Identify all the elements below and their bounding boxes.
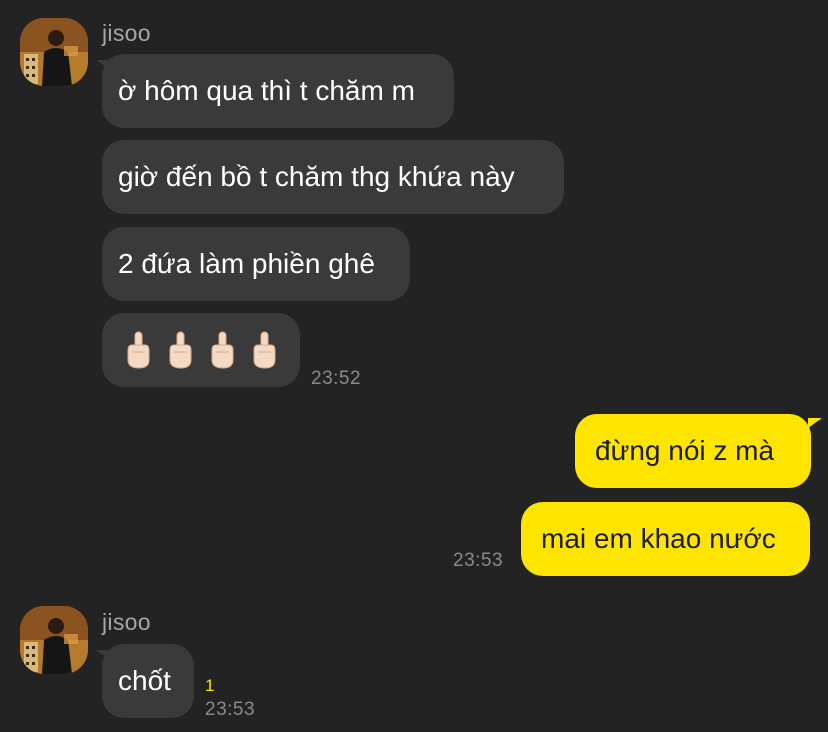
incoming-message[interactable]: ờ hôm qua thì t chăm m	[102, 54, 454, 128]
emoji-message[interactable]	[102, 313, 300, 387]
avatar-photo-icon	[20, 606, 88, 674]
chat-view: jisoo ờ hôm qua thì t chăm m giờ đến bồ …	[0, 0, 828, 732]
outgoing-message[interactable]: đừng nói z mà	[575, 414, 811, 488]
avatar[interactable]	[20, 606, 88, 674]
message-timestamp: 23:52	[311, 368, 362, 389]
middle-finger-emoji-icon	[127, 331, 150, 369]
emoji-row	[118, 313, 284, 387]
middle-finger-emoji-icon	[169, 331, 192, 369]
outgoing-message[interactable]: mai em khao nước	[521, 502, 810, 576]
message-timestamp: 23:53	[453, 550, 504, 571]
message-timestamp: 23:53	[205, 699, 256, 720]
middle-finger-emoji-icon	[211, 331, 234, 369]
middle-finger-emoji-icon	[253, 331, 276, 369]
avatar-photo-icon	[20, 18, 88, 86]
incoming-message[interactable]: chốt	[102, 644, 194, 718]
incoming-message[interactable]: giờ đến bồ t chăm thg khứa này	[102, 140, 564, 214]
sender-name: jisoo	[102, 609, 151, 635]
incoming-message[interactable]: 2 đứa làm phiền ghê	[102, 227, 410, 301]
unread-count: 1	[205, 676, 215, 695]
bubble-tail	[808, 418, 822, 428]
avatar[interactable]	[20, 18, 88, 86]
sender-name: jisoo	[102, 20, 151, 46]
